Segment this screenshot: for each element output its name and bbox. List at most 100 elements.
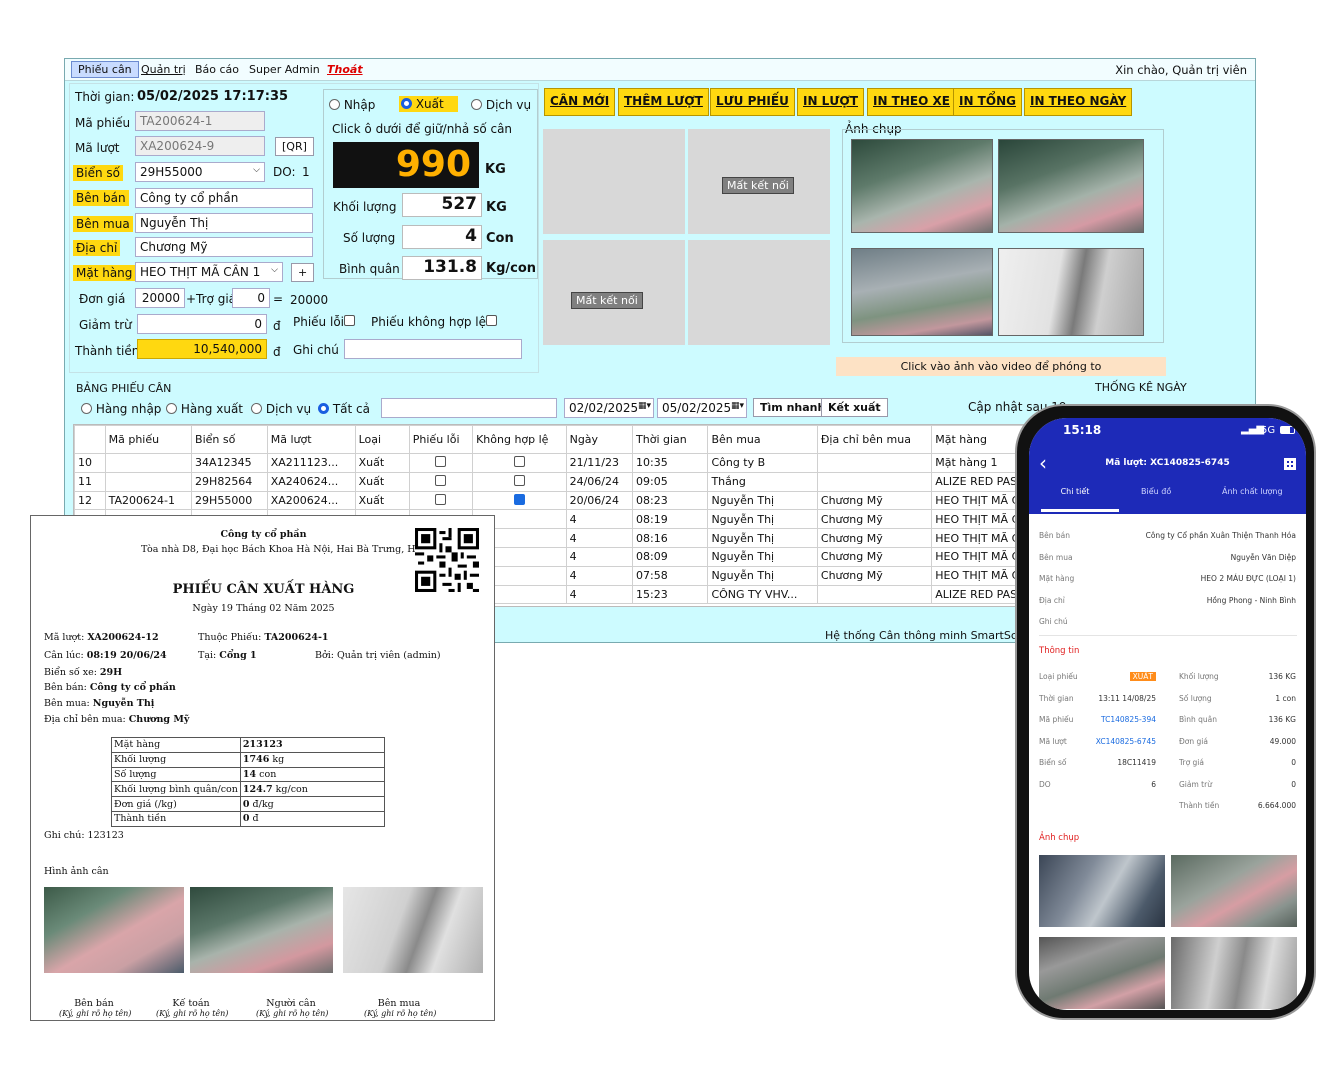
filter-hang-nhap[interactable]: Hàng nhập bbox=[81, 402, 161, 416]
menu-bao-cao[interactable]: Báo cáo bbox=[195, 63, 239, 76]
table-cell: 4 bbox=[565, 509, 634, 530]
table-cell: Xuất bbox=[354, 453, 410, 473]
in-theo-ngay-button[interactable]: IN THEO NGÀY bbox=[1024, 88, 1133, 116]
tab-chi-tiet[interactable]: Chi tiết bbox=[1049, 487, 1101, 496]
column-header[interactable]: Bên mua bbox=[707, 425, 818, 454]
column-header[interactable]: Mã phiếu bbox=[104, 425, 193, 454]
equals-sign: = bbox=[273, 292, 284, 306]
phieu-loi-checkbox[interactable] bbox=[435, 493, 447, 505]
menu-super-admin[interactable]: Super Admin bbox=[249, 63, 320, 76]
giam-tru-label: Giảm trừ bbox=[79, 318, 132, 332]
ma-luot-field[interactable]: XA200624-9 bbox=[135, 136, 265, 156]
menu-phieu-can[interactable]: Phiếu cân bbox=[71, 61, 139, 78]
filter-tat-ca[interactable]: Tất cả bbox=[318, 402, 370, 416]
list-search-input[interactable] bbox=[381, 398, 557, 418]
ben-ban-field[interactable]: Công ty cổ phần bbox=[135, 188, 313, 208]
ket-xuat-button[interactable]: Kết xuất bbox=[821, 398, 888, 417]
table-cell: 24/06/24 bbox=[565, 471, 634, 492]
radio-selected-icon bbox=[401, 98, 412, 109]
binh-quan-display: 131.8 bbox=[402, 256, 482, 280]
can-moi-button[interactable]: CÂN MỚI bbox=[544, 88, 616, 116]
column-header[interactable] bbox=[74, 425, 106, 454]
ma-phieu-field[interactable]: TA200624-1 bbox=[135, 111, 265, 131]
table-cell: 34A12345 bbox=[191, 453, 268, 473]
khong-hop-le-checkbox[interactable] bbox=[513, 475, 525, 487]
info-label: Mã phiếu bbox=[1039, 715, 1074, 724]
them-luot-button[interactable]: THÊM LƯỢT bbox=[618, 88, 709, 116]
menu-thoat[interactable]: Thoát bbox=[327, 63, 363, 76]
slip-ben-ban-value: Công ty cổ phần bbox=[89, 682, 176, 693]
phieu-loi-checkbox[interactable] bbox=[435, 456, 447, 468]
table-cell: Xuất bbox=[354, 490, 410, 511]
mode-xuat[interactable]: Xuất bbox=[399, 96, 458, 112]
don-gia-field[interactable]: 20000 bbox=[135, 288, 185, 308]
date-to-picker[interactable]: 05/02/2025 ▦▾ bbox=[657, 398, 747, 418]
phieu-loi-checkbox[interactable] bbox=[344, 315, 355, 326]
qr-button[interactable]: [QR] bbox=[275, 137, 314, 156]
luu-phieu-button[interactable]: LƯU PHIẾU bbox=[710, 88, 795, 116]
add-mat-hang-button[interactable]: + bbox=[291, 263, 315, 282]
column-header[interactable]: Phiếu lỗi bbox=[408, 425, 474, 454]
tab-anh-chat-luong[interactable]: Ảnh chất lượng bbox=[1222, 487, 1283, 496]
column-header[interactable]: Địa chỉ bên mua bbox=[816, 425, 933, 454]
in-luot-button[interactable]: IN LƯỢT bbox=[797, 88, 865, 116]
date-from-picker[interactable]: 02/02/2025 ▦▾ bbox=[564, 398, 654, 418]
mode-xuat-label: Xuất bbox=[415, 97, 444, 111]
column-header[interactable]: Thời gian bbox=[632, 425, 709, 454]
snapshot-1[interactable] bbox=[851, 139, 993, 233]
table-cell: Thắng bbox=[707, 471, 818, 492]
time-value: 05/02/2025 17:17:35 bbox=[137, 89, 289, 104]
detail-value: HEO 2 MÁU ĐỰC (LOẠI 1) bbox=[1200, 574, 1296, 583]
table-cell: Chương Mỹ bbox=[816, 490, 933, 511]
camera-view-4[interactable] bbox=[688, 240, 830, 345]
column-header[interactable]: Không hợp lệ bbox=[472, 425, 567, 454]
khong-hop-le-checkbox[interactable] bbox=[486, 315, 497, 326]
detail-label: Bên bán bbox=[1039, 531, 1071, 540]
mobile-photo-3[interactable] bbox=[1039, 937, 1165, 1009]
weight-display[interactable]: 990 bbox=[333, 142, 479, 188]
khong-hop-le-checkbox[interactable] bbox=[513, 493, 525, 505]
mode-nhap[interactable]: Nhập bbox=[329, 98, 375, 112]
mobile-photo-2[interactable] bbox=[1171, 855, 1297, 927]
table-cell: 4 bbox=[565, 528, 634, 548]
mode-dich-vu[interactable]: Dịch vụ bbox=[471, 98, 531, 112]
slip-address: Tòa nhà D8, Đại học Bách Khoa Hà Nội, Ha… bbox=[141, 544, 445, 555]
bien-so-select[interactable]: 29H55000 ⌵ bbox=[135, 162, 265, 182]
menu-quan-tri[interactable]: Quản trị bbox=[141, 63, 186, 76]
list-title: BẢNG PHIẾU CÂN bbox=[76, 382, 172, 395]
camera-view-1[interactable] bbox=[543, 129, 685, 234]
tro-gia-field[interactable]: 0 bbox=[232, 288, 270, 308]
date-from-value: 02/02/2025 bbox=[569, 401, 639, 415]
snapshot-3[interactable] bbox=[851, 248, 993, 336]
mat-hang-select[interactable]: HEO THỊT MÃ CÂN 1 ⌵ bbox=[135, 262, 283, 282]
snapshot-4[interactable] bbox=[998, 248, 1144, 336]
filter-hang-xuat[interactable]: Hàng xuất bbox=[166, 402, 243, 416]
filter-dich-vu[interactable]: Dịch vụ bbox=[251, 402, 311, 416]
in-theo-xe-button[interactable]: IN THEO XE bbox=[867, 88, 956, 116]
slip-thuoc-label: Thuộc Phiếu: bbox=[198, 632, 265, 643]
ben-mua-field[interactable]: Nguyễn Thị bbox=[135, 213, 313, 233]
sign-ben-mua: Bên mua (Ký, ghi rõ họ tên) bbox=[364, 998, 436, 1018]
in-tong-button[interactable]: IN TỔNG bbox=[953, 88, 1022, 116]
phieu-loi-checkbox[interactable] bbox=[435, 475, 447, 487]
giam-tru-unit: đ bbox=[273, 319, 281, 333]
slip-table-value-cell: 213123 bbox=[239, 737, 386, 753]
snapshot-2[interactable] bbox=[998, 139, 1144, 233]
mobile-photo-4[interactable] bbox=[1171, 937, 1297, 1009]
qr-icon[interactable] bbox=[1284, 458, 1296, 470]
ghi-chu-field[interactable] bbox=[344, 339, 522, 359]
mobile-photo-1[interactable] bbox=[1039, 855, 1165, 927]
slip-table-label: Mặt hàng bbox=[111, 737, 241, 753]
giam-tru-field[interactable]: 0 bbox=[137, 314, 267, 334]
column-header[interactable]: Mã lượt bbox=[266, 425, 356, 454]
khong-hop-le-checkbox[interactable] bbox=[513, 456, 525, 468]
column-header[interactable]: Ngày bbox=[565, 425, 634, 454]
slip-ma-luot: Mã lượt: XA200624-12 bbox=[44, 632, 159, 643]
column-header[interactable]: Biển số bbox=[191, 425, 268, 454]
dia-chi-field[interactable]: Chương Mỹ bbox=[135, 237, 313, 257]
column-header[interactable]: Loại bbox=[354, 425, 410, 454]
table-cell: 07:58 bbox=[632, 565, 709, 586]
ma-luot-label: Mã lượt bbox=[75, 141, 120, 155]
slip-table-value-cell: 0 đ bbox=[239, 810, 386, 827]
tab-bieu-do[interactable]: Biểu đồ bbox=[1141, 487, 1171, 496]
